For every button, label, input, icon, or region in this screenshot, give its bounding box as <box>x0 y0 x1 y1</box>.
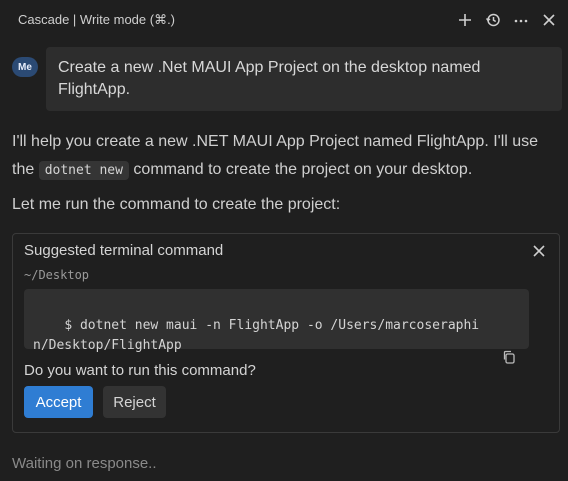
working-directory: ~/Desktop <box>24 268 90 282</box>
card-title: Suggested terminal command <box>24 242 224 259</box>
run-question: Do you want to run this command? <box>24 362 256 379</box>
close-icon[interactable] <box>531 243 547 259</box>
close-icon[interactable] <box>540 11 558 29</box>
assistant-message: I'll help you create a new .NET MAUI App… <box>12 128 560 219</box>
command-box: $ dotnet new maui -n FlightApp -o /Users… <box>24 289 529 364</box>
header-actions <box>456 11 558 29</box>
avatar: Me <box>12 57 38 77</box>
panel-title: Cascade | Write mode (⌘.) <box>18 12 176 27</box>
inline-code: dotnet new <box>38 161 129 180</box>
copy-icon[interactable] <box>501 309 519 364</box>
user-message-text: Create a new .Net MAUI App Project on th… <box>46 47 562 111</box>
plus-icon[interactable] <box>456 11 474 29</box>
command-text: $ dotnet new maui -n FlightApp -o /Users… <box>33 318 480 353</box>
assistant-paragraph-2: Let me run the command to create the pro… <box>12 196 341 213</box>
terminal-command-card: Suggested terminal command ~/Desktop $ d… <box>12 233 560 433</box>
assistant-text-after-code: command to create the project on your de… <box>128 161 473 178</box>
status-text: Waiting on response.. <box>12 455 157 472</box>
accept-button[interactable]: Accept <box>24 386 93 418</box>
header-bar: Cascade | Write mode (⌘.) <box>0 0 568 42</box>
reject-button[interactable]: Reject <box>103 386 166 418</box>
history-icon[interactable] <box>484 11 502 29</box>
more-icon[interactable] <box>512 11 530 29</box>
assistant-paragraph-1: I'll help you create a new .NET MAUI App… <box>12 128 560 185</box>
